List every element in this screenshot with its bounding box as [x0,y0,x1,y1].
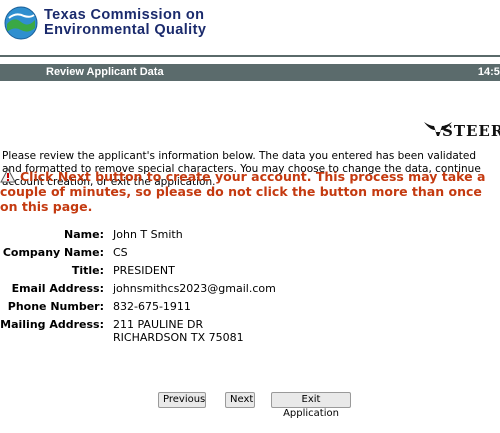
agency-name-line-1: Texas Commission on [44,7,205,23]
agency-name-line-2: Environmental Quality [44,22,207,38]
warning-icon [0,167,16,183]
company-label: Company Name: [2,246,104,259]
phone-value: 832-675-1911 [113,300,191,313]
mailing-line-2: RICHARDSON TX 75081 [113,331,244,344]
phone-label: Phone Number: [7,300,104,313]
name-label: Name: [64,228,104,241]
warning-message: Click Next button to create your account… [0,167,496,214]
previous-button[interactable]: Previous [158,392,206,408]
title-label: Title: [71,264,104,277]
tceq-logo-icon [4,6,38,40]
next-button[interactable]: Next [225,392,255,408]
title-bar: Review Applicant Data 14:54 [0,64,500,81]
page-title: Review Applicant Data [46,66,164,78]
mailing-value: 211 PAULINE DR RICHARDSON TX 75081 [113,318,244,344]
steers-logo-text: STEERS [442,122,500,140]
mailing-line-1: 211 PAULINE DR [113,318,204,331]
header-divider [0,55,500,57]
steers-logo: STEERS [422,116,500,142]
mailing-label: Mailing Address: [0,318,104,331]
warning-text: Click Next button to create your account… [0,169,486,214]
title-value: PRESIDENT [113,264,175,277]
agency-name: Texas Commission on Environmental Qualit… [44,8,206,38]
page-header: Texas Commission on Environmental Qualit… [0,0,500,58]
email-label: Email Address: [11,282,104,295]
session-time: 14:54 [477,66,500,78]
email-value: johnsmithcs2023@gmail.com [113,282,276,295]
exit-application-button[interactable]: Exit Application [271,392,351,419]
name-value: John T Smith [113,228,183,241]
company-value: CS [113,246,128,259]
